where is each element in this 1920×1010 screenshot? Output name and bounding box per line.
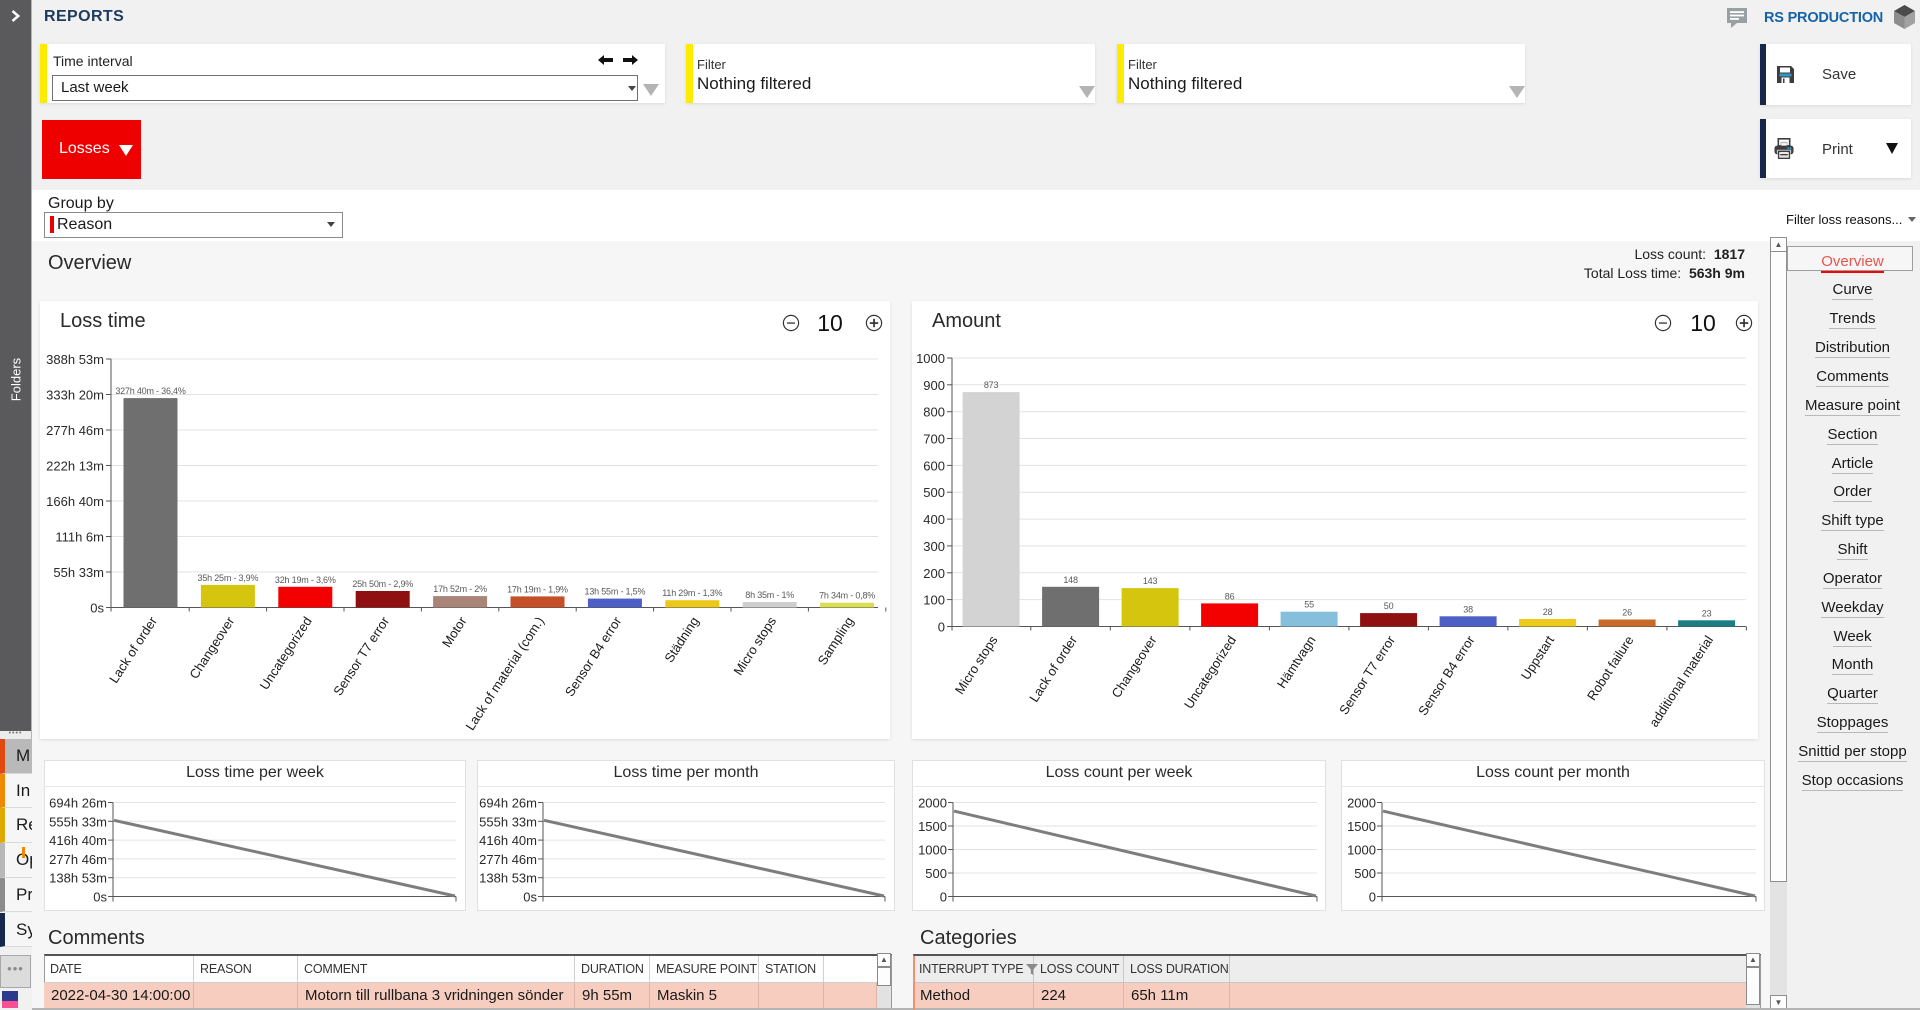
svg-text:Uncategorized: Uncategorized xyxy=(257,614,315,692)
svg-text:Micro stops: Micro stops xyxy=(730,614,779,678)
svg-text:Lack of order: Lack of order xyxy=(1026,632,1080,704)
svg-text:1000: 1000 xyxy=(1347,843,1376,858)
svg-text:400: 400 xyxy=(923,512,945,527)
svg-text:Hämtvagn: Hämtvagn xyxy=(1274,633,1319,691)
svg-text:333h 20m: 333h 20m xyxy=(46,388,104,403)
svg-text:222h 13m: 222h 13m xyxy=(46,459,104,474)
svg-text:111h 6m: 111h 6m xyxy=(55,530,104,545)
svg-text:Micro stops: Micro stops xyxy=(952,633,1001,697)
svg-text:555h 33m: 555h 33m xyxy=(49,814,107,829)
svg-text:28: 28 xyxy=(1543,607,1553,617)
svg-text:500: 500 xyxy=(925,866,947,881)
svg-text:50: 50 xyxy=(1384,601,1394,611)
svg-text:600: 600 xyxy=(923,458,945,473)
svg-text:500: 500 xyxy=(1354,866,1376,881)
svg-text:additional material: additional material xyxy=(1646,633,1716,730)
svg-text:166h 40m: 166h 40m xyxy=(46,494,104,509)
svg-text:416h 40m: 416h 40m xyxy=(479,833,537,848)
svg-text:Changeover: Changeover xyxy=(186,613,238,681)
svg-text:1000: 1000 xyxy=(918,843,947,858)
svg-text:38: 38 xyxy=(1463,604,1473,614)
svg-text:200: 200 xyxy=(923,566,945,581)
svg-text:416h 40m: 416h 40m xyxy=(49,833,107,848)
svg-text:86: 86 xyxy=(1225,591,1235,601)
svg-text:23: 23 xyxy=(1702,608,1712,618)
svg-text:100: 100 xyxy=(923,593,945,608)
svg-text:11h 29m - 1,3%: 11h 29m - 1,3% xyxy=(662,588,722,598)
svg-text:1500: 1500 xyxy=(918,819,947,834)
svg-text:32h 19m - 3,6%: 32h 19m - 3,6% xyxy=(275,575,336,585)
svg-text:0: 0 xyxy=(1369,890,1376,905)
svg-text:1000: 1000 xyxy=(916,351,945,366)
svg-text:Changeover: Changeover xyxy=(1108,632,1160,700)
svg-text:Uppstart: Uppstart xyxy=(1518,633,1558,683)
svg-text:55h 33m: 55h 33m xyxy=(53,565,104,580)
svg-text:7h 34m - 0,8%: 7h 34m - 0,8% xyxy=(819,591,875,601)
svg-text:Lack of material (com.): Lack of material (com.) xyxy=(462,614,547,733)
svg-text:873: 873 xyxy=(984,380,999,390)
svg-text:26: 26 xyxy=(1622,608,1632,618)
svg-text:277h 46m: 277h 46m xyxy=(46,423,104,438)
svg-text:Sensor T7 error: Sensor T7 error xyxy=(330,613,392,698)
svg-text:694h 26m: 694h 26m xyxy=(49,796,107,811)
svg-text:2000: 2000 xyxy=(918,796,947,811)
svg-text:0s: 0s xyxy=(90,601,104,616)
svg-text:8h 35m - 1%: 8h 35m - 1% xyxy=(745,590,794,600)
svg-text:55: 55 xyxy=(1304,600,1314,610)
svg-text:0s: 0s xyxy=(93,890,107,905)
svg-text:25h 50m - 2,9%: 25h 50m - 2,9% xyxy=(352,579,413,589)
svg-text:1500: 1500 xyxy=(1347,819,1376,834)
svg-text:Motor: Motor xyxy=(439,613,470,650)
svg-text:Uncategorized: Uncategorized xyxy=(1181,633,1239,711)
svg-text:388h 53m: 388h 53m xyxy=(46,352,104,367)
svg-text:Sensor B4 error: Sensor B4 error xyxy=(562,613,625,699)
svg-text:694h 26m: 694h 26m xyxy=(479,796,537,811)
svg-text:0: 0 xyxy=(940,890,947,905)
svg-text:143: 143 xyxy=(1143,576,1158,586)
svg-text:900: 900 xyxy=(923,378,945,393)
svg-text:0s: 0s xyxy=(523,890,537,905)
svg-text:327h 40m - 36,4%: 327h 40m - 36,4% xyxy=(115,386,186,396)
svg-text:17h 52m - 2%: 17h 52m - 2% xyxy=(433,584,487,594)
svg-text:Sensor T7 error: Sensor T7 error xyxy=(1336,632,1398,717)
svg-text:Sensor B4 error: Sensor B4 error xyxy=(1415,632,1478,718)
svg-text:277h 46m: 277h 46m xyxy=(479,852,537,867)
svg-text:Städning: Städning xyxy=(661,614,702,665)
svg-text:555h 33m: 555h 33m xyxy=(479,814,537,829)
svg-text:2000: 2000 xyxy=(1347,796,1376,811)
svg-text:500: 500 xyxy=(923,485,945,500)
svg-text:17h 19m - 1,9%: 17h 19m - 1,9% xyxy=(507,584,568,594)
svg-text:300: 300 xyxy=(923,539,945,554)
svg-text:13h 55m - 1,5%: 13h 55m - 1,5% xyxy=(585,587,646,597)
svg-text:Sampling: Sampling xyxy=(815,614,857,668)
svg-text:277h 46m: 277h 46m xyxy=(49,852,107,867)
svg-text:138h 53m: 138h 53m xyxy=(479,871,537,886)
svg-text:800: 800 xyxy=(923,405,945,420)
svg-text:35h 25m - 3,9%: 35h 25m - 3,9% xyxy=(198,573,259,583)
svg-text:0: 0 xyxy=(938,620,945,635)
svg-text:Robot failure: Robot failure xyxy=(1584,633,1637,703)
svg-text:138h 53m: 138h 53m xyxy=(49,871,107,886)
svg-text:Lack of order: Lack of order xyxy=(106,613,160,685)
svg-text:700: 700 xyxy=(923,432,945,447)
svg-text:148: 148 xyxy=(1063,575,1078,585)
